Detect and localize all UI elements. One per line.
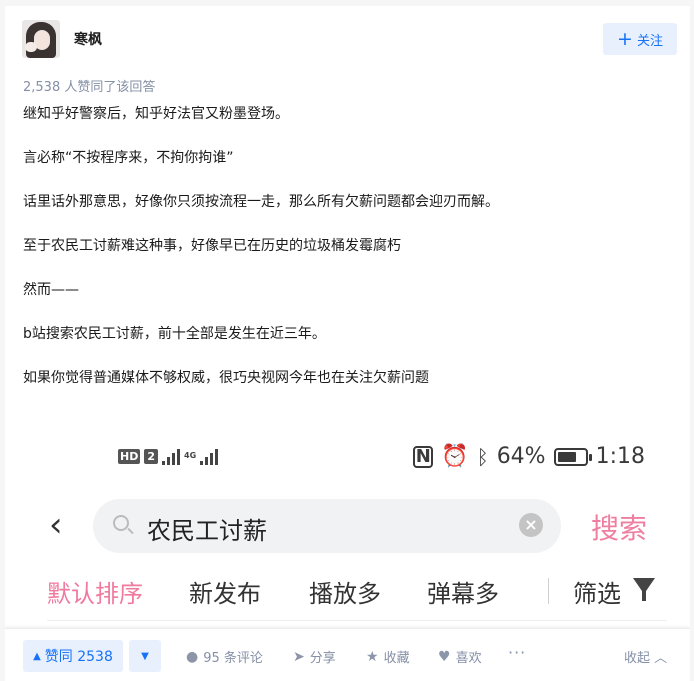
heart-icon: ♥	[438, 648, 451, 665]
follow-label: 关注	[636, 33, 663, 49]
paragraph: 然而——	[23, 282, 79, 298]
plus-icon: +	[617, 27, 633, 50]
search-query: 农民工讨薪	[147, 517, 267, 545]
signal-icon	[162, 447, 180, 465]
favorite-button[interactable]: ★ 收藏	[366, 647, 410, 667]
paragraph: 言必称“不按程序来，不拘你拘谁”	[23, 150, 234, 166]
triangle-down-icon: ▼	[141, 650, 149, 662]
more-button[interactable]: ···	[508, 643, 526, 662]
sim-badge: 2	[144, 448, 158, 464]
divider	[47, 620, 667, 621]
comments-button[interactable]: ● 95 条评论	[186, 647, 263, 667]
chevron-up-icon: ︿	[654, 651, 668, 666]
upvote-count-text: 2,538 人赞同了该回答	[23, 80, 156, 95]
upvote-label: 赞同 2538	[44, 649, 113, 665]
share-icon: ➤	[293, 648, 305, 665]
action-bar: ▲ 赞同 2538 ▼ ● 95 条评论 ➤ 分享 ★ 收藏 ♥ 喜欢 ··· …	[5, 628, 690, 681]
filter-tabs: 默认排序 新发布 播放多 弹幕多 筛选	[23, 574, 685, 610]
follow-button[interactable]: + 关注	[603, 23, 677, 55]
like-button[interactable]: ♥ 喜欢	[438, 647, 482, 667]
like-label: 喜欢	[455, 651, 482, 666]
search-button: 搜索	[591, 512, 648, 545]
answer-card: 寒枫 + 关注 2,538 人赞同了该回答 继知乎好警察后，知乎好法官又粉墨登场…	[5, 6, 690, 681]
answer-content: 继知乎好警察后，知乎好法官又粉墨登场。 言必称“不按程序来，不拘你拘谁” 话里话…	[23, 105, 673, 387]
battery-percent: 64%	[496, 444, 546, 469]
filter-newest: 新发布	[189, 580, 261, 608]
clock: 1:18	[595, 444, 645, 469]
avatar[interactable]	[22, 20, 60, 58]
back-arrow-icon: ‹	[49, 505, 63, 545]
divider	[548, 578, 549, 604]
signal-icon-2	[200, 447, 219, 465]
clear-icon: ×	[519, 513, 543, 537]
star-icon: ★	[366, 648, 379, 665]
network-type: 4G	[184, 451, 197, 460]
filter-most-danmaku: 弹幕多	[427, 580, 499, 608]
nfc-icon: N	[413, 445, 434, 468]
share-label: 分享	[309, 651, 336, 666]
search-box: 农民工讨薪 ×	[93, 499, 561, 553]
paragraph: b站搜索农民工讨薪，前十全部是发生在近三年。	[23, 326, 326, 342]
filter-default: 默认排序	[47, 580, 143, 608]
collapse-label: 收起	[624, 651, 651, 666]
triangle-up-icon: ▲	[33, 650, 41, 662]
comments-label: 95 条评论	[203, 651, 263, 666]
search-icon	[113, 515, 129, 531]
phone-status-bar: HD 2 4G N ⏰ ᛒ 64% 1:18	[23, 444, 685, 474]
filter-most-played: 播放多	[309, 580, 381, 608]
search-row: ‹ 农民工讨薪 × 搜索	[23, 499, 685, 555]
upvote-button[interactable]: ▲ 赞同 2538	[23, 640, 123, 672]
battery-icon	[553, 447, 592, 466]
share-button[interactable]: ➤ 分享	[293, 647, 336, 667]
funnel-icon	[633, 578, 655, 601]
paragraph: 如果你觉得普通媒体不够权威，很巧央视网今年也在关注欠薪问题	[23, 370, 429, 386]
paragraph: 至于农民工讨薪难这种事，好像早已在历史的垃圾桶发霉腐朽	[23, 238, 401, 254]
collapse-button[interactable]: 收起 ︿	[624, 647, 667, 666]
downvote-button[interactable]: ▼	[129, 640, 161, 672]
paragraph: 继知乎好警察后，知乎好法官又粉墨登场。	[23, 106, 289, 122]
author-name[interactable]: 寒枫	[74, 29, 102, 49]
embedded-screenshot[interactable]: HD 2 4G N ⏰ ᛒ 64% 1:18 ‹ 农民工讨薪 × 搜索 默认排序…	[23, 424, 685, 634]
favorite-label: 收藏	[383, 651, 410, 666]
comment-icon: ●	[186, 648, 199, 665]
alarm-icon: ⏰	[441, 444, 469, 469]
filter-screen: 筛选	[573, 580, 621, 608]
hd-badge: HD	[118, 448, 141, 464]
author-info: 寒枫	[22, 20, 102, 58]
bluetooth-icon: ᛒ	[476, 444, 489, 469]
paragraph: 话里话外那意思，好像你只须按流程一走，那么所有欠薪问题都会迎刃而解。	[23, 194, 499, 210]
